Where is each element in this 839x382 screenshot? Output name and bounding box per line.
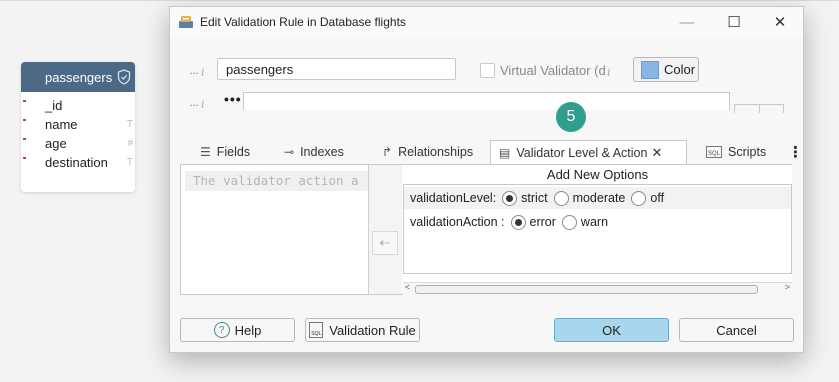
relation-arrow-icon: ↱ [382,145,393,159]
help-icon: ? [213,322,230,338]
key-icon: ⊸ [284,145,295,159]
validation-level-label: validationLevel: [410,191,497,205]
field-type-icon: T [126,119,133,130]
color-swatch [641,60,659,79]
validation-action-row: validationAction : error warn [404,211,791,233]
info-icon: i [607,66,611,79]
ellipsis-icon: ... [190,97,200,109]
maximize-button[interactable]: ☐ [711,7,757,37]
info-icon: i [201,66,205,79]
help-button[interactable]: ? Help [180,318,295,342]
radio-label: error [529,215,556,229]
table-field-row[interactable]: age # [21,134,135,153]
table-field-row[interactable]: _id [21,96,135,115]
more-dots-icon[interactable]: ••• [224,91,242,107]
radio-label: strict [521,191,548,205]
tab-label: Indexes [300,145,344,159]
color-button[interactable]: Color [633,57,699,82]
info-icon: i [201,98,205,111]
validation-rule-label: Validation Rule [329,322,416,338]
table-card-passengers[interactable]: passengers _id name T age # destination … [21,62,135,192]
cancel-button[interactable]: Cancel [679,318,794,342]
list-icon: ☰ [200,145,211,159]
required-marker [23,119,26,121]
required-marker [23,157,26,159]
shield-icon [117,69,131,85]
step-badge: 5 [556,102,586,132]
tab-fields[interactable]: ☰ Fields [200,140,250,164]
code-placeholder: The validator action a [185,171,368,191]
radio-label: off [650,191,665,205]
table-field-row[interactable]: name T [21,115,135,134]
close-button[interactable]: ✕ [757,7,803,37]
ok-button[interactable]: OK [554,318,669,342]
table-field-row[interactable]: destination T [21,153,135,172]
required-marker [23,100,26,102]
validation-action-label: validationAction : [410,215,505,229]
dialog-titlebar[interactable]: Edit Validation Rule in Database flights… [170,7,803,37]
canvas-divider [0,0,839,1]
tab-label: Validator Level & Action [516,146,648,160]
field-name: destination [45,155,108,170]
field-name: name [45,117,78,132]
field-name: _id [45,98,63,113]
validator-panel: The validator action a ⇠ Add New Options… [180,164,792,295]
tab-label: Fields [216,145,251,159]
tab-scripts[interactable]: SQL Scripts [706,140,766,164]
options-list: validationLevel: strict moderate off val… [403,184,792,274]
tab-bar: ☰ Fields ⊸ Indexes ↱ Relationships ▤ Val… [180,140,803,165]
comment-input[interactable] [243,92,730,110]
ellipsis-icon: ... [190,65,200,77]
tab-indexes[interactable]: ⊸ Indexes [284,140,344,164]
validator-code-editor[interactable]: The validator action a [181,165,369,294]
validation-level-row: validationLevel: strict moderate off [404,187,791,209]
radio-warn[interactable] [561,214,577,230]
scroll-right-icon[interactable]: > [785,282,790,292]
options-panel: Add New Options validationLevel: strict … [403,165,792,295]
field-type-icon: # [127,138,133,149]
horizontal-scrollbar[interactable]: < > [403,282,792,295]
radio-label: moderate [572,191,626,205]
radio-label: warn [580,215,609,229]
sql-script-icon: SQL [706,146,723,158]
virtual-validator-checkbox[interactable] [480,63,495,78]
validator-icon: ▤ [499,146,511,160]
sql-file-icon: SQL [309,322,324,338]
side-buttons[interactable] [734,104,784,113]
minimize-button[interactable]: — [664,7,710,37]
color-button-label: Color [664,62,696,77]
radio-strict[interactable] [502,190,518,206]
radio-moderate[interactable] [553,190,569,206]
app-icon [179,16,193,28]
virtual-validator-label: Virtual Validator (d [500,63,606,78]
edit-validation-dialog[interactable]: Edit Validation Rule in Database flights… [169,6,804,353]
help-button-label: Help [234,322,262,338]
scroll-left-icon[interactable]: < [405,282,410,292]
options-title: Add New Options [546,167,649,182]
field-name: age [45,136,67,151]
move-left-button[interactable]: ⇠ [372,231,398,255]
tab-label: Relationships [398,145,474,159]
radio-off[interactable] [631,190,647,206]
tab-label: Scripts [728,145,767,159]
scrollbar-thumb[interactable] [415,285,758,294]
radio-error[interactable] [510,214,526,230]
transfer-strip: ⇠ [369,165,402,294]
table-card-header[interactable]: passengers [21,62,135,92]
tab-relationships[interactable]: ↱ Relationships [382,140,473,164]
field-type-icon: T [126,157,133,168]
tab-close-icon[interactable]: ✕ [651,145,662,161]
table-card-title: passengers [45,69,113,85]
required-marker [23,138,26,140]
tab-validator[interactable]: ▤ Validator Level & Action ✕ [490,140,687,165]
collection-name-input[interactable]: passengers [217,58,456,80]
validation-rule-button[interactable]: SQL Validation Rule [305,318,420,342]
more-menu-icon[interactable]: ⋮ [788,143,803,161]
dialog-title: Edit Validation Rule in Database flights [200,15,406,29]
